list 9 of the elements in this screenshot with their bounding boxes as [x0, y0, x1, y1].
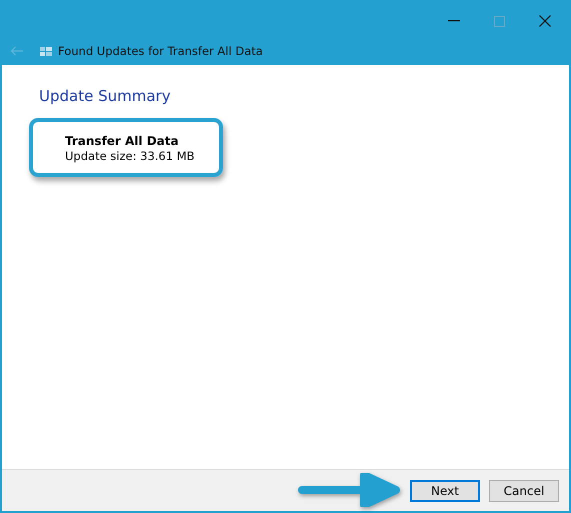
update-name: Transfer All Data	[65, 134, 180, 148]
app-icon	[40, 46, 52, 56]
dialog-button[interactable]: Cancel	[489, 480, 559, 502]
close-icon[interactable]	[539, 15, 551, 27]
section-heading: Update Summary	[39, 87, 171, 105]
dialog-button[interactable]: Next	[410, 480, 480, 502]
update-size: Update size: 33.61 MB	[65, 149, 196, 163]
window-title: Found Updates for Transfer All Data	[58, 44, 263, 58]
minimize-icon[interactable]	[448, 20, 460, 22]
